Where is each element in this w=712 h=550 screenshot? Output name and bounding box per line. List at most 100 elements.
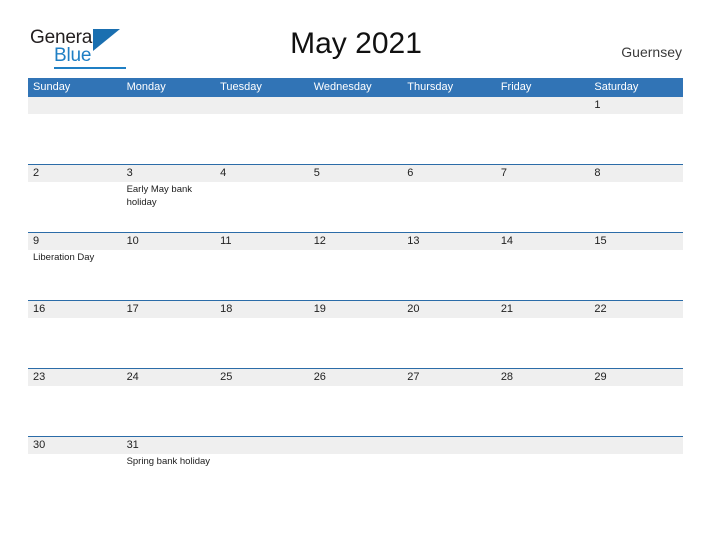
day-events-empty: [589, 114, 683, 116]
weekday-monday: Monday: [126, 81, 166, 93]
day-events: Early May bank holiday: [122, 182, 216, 209]
day-number: 28: [500, 371, 514, 383]
day-events-empty: [309, 454, 403, 469]
day-number: 30: [33, 439, 46, 451]
weekday-saturday: Saturday: [594, 81, 639, 93]
events-band: [28, 386, 683, 388]
day-number-band: 30 31: [28, 437, 683, 454]
day-events-empty: [402, 114, 496, 116]
week-row: 1: [28, 97, 683, 164]
day-events-empty: [496, 318, 590, 320]
day-cell[interactable]: 20: [402, 301, 496, 318]
page-header: General Blue May 2021 Guernsey: [0, 0, 712, 76]
day-number: 17: [126, 303, 139, 315]
day-events-empty: [589, 386, 683, 388]
events-band: Spring bank holiday: [28, 454, 683, 469]
week-row: 30 31 Spring bank holiday: [28, 436, 683, 504]
day-number: 5: [313, 167, 320, 179]
day-events-empty: [28, 386, 122, 388]
calendar-grid: Sunday Monday Tuesday Wednesday Thursday…: [28, 78, 683, 504]
day-number: 2: [33, 167, 40, 179]
day-events-empty: [28, 318, 122, 320]
logo-underline: [54, 67, 126, 69]
day-events-empty: [496, 114, 590, 116]
day-events-empty: [309, 386, 403, 388]
day-events-empty: [28, 454, 122, 469]
day-events-empty: [496, 250, 590, 265]
day-number: 18: [220, 303, 233, 315]
day-cell[interactable]: 1: [589, 97, 683, 114]
day-cell[interactable]: 24: [122, 369, 216, 386]
day-number: 27: [407, 371, 420, 383]
day-events-empty: [122, 114, 216, 116]
day-cell-empty: [589, 437, 683, 454]
day-number-band: 9 10 11 12 13 14 15: [28, 233, 683, 250]
day-events-empty: [402, 386, 496, 388]
day-cell[interactable]: 14: [496, 233, 590, 250]
weekday-friday: Friday: [500, 81, 532, 93]
day-cell[interactable]: 9: [28, 233, 122, 250]
weekday-header-row: Sunday Monday Tuesday Wednesday Thursday…: [28, 78, 683, 97]
day-number: 23: [33, 371, 46, 383]
page-title: May 2021: [290, 27, 422, 60]
day-events-empty: [496, 454, 590, 469]
day-number: 3: [126, 167, 133, 179]
day-cell-empty: [402, 97, 496, 114]
day-cell[interactable]: 16: [28, 301, 122, 318]
day-cell[interactable]: 26: [309, 369, 403, 386]
day-number: 20: [407, 303, 420, 315]
day-cell[interactable]: 31: [122, 437, 216, 454]
day-events-empty: [589, 182, 683, 209]
day-events: Spring bank holiday: [122, 454, 216, 469]
day-cell-empty: [122, 97, 216, 114]
day-cell-empty: [309, 437, 403, 454]
day-number: 15: [594, 235, 607, 247]
day-cell[interactable]: 8: [589, 165, 683, 182]
day-cell-empty: [28, 97, 122, 114]
day-cell[interactable]: 13: [402, 233, 496, 250]
day-cell[interactable]: 7: [496, 165, 590, 182]
day-cell[interactable]: 18: [215, 301, 309, 318]
day-number: 11: [220, 235, 232, 247]
weekday-tuesday: Tuesday: [220, 81, 262, 93]
day-events-empty: [28, 114, 122, 116]
day-cell[interactable]: 17: [122, 301, 216, 318]
day-cell[interactable]: 4: [215, 165, 309, 182]
day-events-empty: [496, 386, 590, 388]
day-number: 4: [220, 167, 227, 179]
day-number: 9: [33, 235, 40, 247]
day-cell[interactable]: 21: [496, 301, 590, 318]
day-cell[interactable]: 12: [309, 233, 403, 250]
day-number: 26: [313, 371, 326, 383]
day-cell[interactable]: 22: [589, 301, 683, 318]
day-events-empty: [215, 114, 309, 116]
day-cell[interactable]: 10: [122, 233, 216, 250]
day-number-band: 23 24 25 26 27 28 29: [28, 369, 683, 386]
week-row: 16 17 18 19 20 21 22: [28, 300, 683, 368]
day-cell-empty: [402, 437, 496, 454]
day-cell-empty: [496, 437, 590, 454]
day-cell[interactable]: 23: [28, 369, 122, 386]
day-cell[interactable]: 3: [122, 165, 216, 182]
day-cell[interactable]: 2: [28, 165, 122, 182]
week-row: 9 10 11 12 13 14 15 Liberation Day: [28, 232, 683, 300]
day-cell[interactable]: 28: [496, 369, 590, 386]
day-cell[interactable]: 29: [589, 369, 683, 386]
day-cell[interactable]: 11: [215, 233, 309, 250]
day-cell[interactable]: 6: [402, 165, 496, 182]
day-cell[interactable]: 30: [28, 437, 122, 454]
day-events-empty: [402, 182, 496, 209]
day-cell[interactable]: 5: [309, 165, 403, 182]
day-cell[interactable]: 27: [402, 369, 496, 386]
weekday-sunday: Sunday: [33, 81, 71, 93]
day-events-empty: [122, 250, 216, 265]
day-number: 19: [313, 303, 326, 315]
day-cell[interactable]: 19: [309, 301, 403, 318]
holiday-label: Spring bank holiday: [126, 456, 211, 467]
day-events-empty: [215, 182, 309, 209]
week-row: 23 24 25 26 27 28 29: [28, 368, 683, 436]
day-events: Liberation Day: [28, 250, 122, 265]
day-number: 16: [33, 303, 46, 315]
day-cell[interactable]: 25: [215, 369, 309, 386]
day-cell[interactable]: 15: [589, 233, 683, 250]
